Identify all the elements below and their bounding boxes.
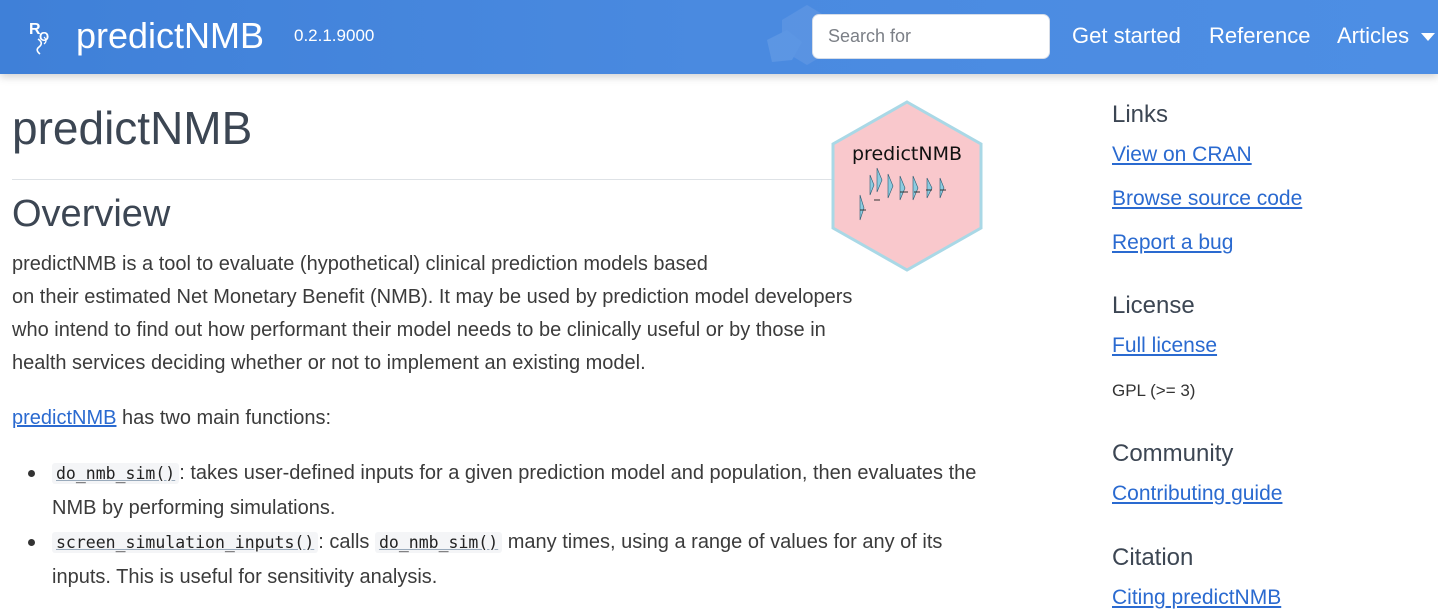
- citation-heading: Citation: [1112, 544, 1194, 571]
- overview-heading: Overview: [12, 193, 171, 235]
- chevron-down-icon[interactable]: [1421, 33, 1435, 41]
- search-input[interactable]: [812, 14, 1050, 59]
- hex-logo: predictNMB: [831, 100, 983, 272]
- do-nmb-sim-code-link[interactable]: do_nmb_sim(): [52, 463, 180, 484]
- brand-name[interactable]: predictNMB: [76, 12, 264, 60]
- full-license-link[interactable]: Full license: [1112, 332, 1217, 360]
- intro-line: on their estimated Net Monetary Benefit …: [12, 286, 853, 308]
- title-divider: [12, 179, 970, 180]
- list-item: screen_simulation_inputs(): calls do_nmb…: [24, 525, 984, 594]
- functions-list: do_nmb_sim(): takes user-defined inputs …: [24, 456, 984, 594]
- version-badge: 0.2.1.9000: [294, 26, 375, 45]
- do-nmb-sim-code-link[interactable]: do_nmb_sim(): [374, 532, 503, 553]
- functions-text: has two main functions:: [116, 407, 332, 429]
- citing-link[interactable]: Citing predictNMB: [1112, 584, 1281, 612]
- links-heading: Links: [1112, 101, 1169, 128]
- list-item-text: : takes user-defined inputs for a given …: [52, 462, 977, 519]
- hex-logo-text: predictNMB: [852, 143, 962, 165]
- nav-get-started[interactable]: Get started: [1072, 22, 1181, 50]
- screen-simulation-inputs-code-link[interactable]: screen_simulation_inputs(): [52, 532, 319, 553]
- intro-line: health services deciding whether or not …: [12, 352, 646, 374]
- ropensci-logo-icon[interactable]: R O: [28, 17, 54, 57]
- nav-articles[interactable]: Articles: [1337, 22, 1409, 50]
- view-on-cran-link[interactable]: View on CRAN: [1112, 141, 1252, 169]
- intro-line: predictNMB is a tool to evaluate (hypoth…: [12, 253, 708, 275]
- report-bug-link[interactable]: Report a bug: [1112, 229, 1233, 257]
- license-text: GPL (>= 3): [1112, 381, 1196, 400]
- functions-paragraph: predictNMB has two main functions:: [12, 403, 331, 433]
- list-item-text: : calls: [318, 531, 375, 553]
- page-title: predictNMB: [12, 102, 253, 154]
- intro-line: who intend to find out how performant th…: [12, 319, 826, 341]
- contributing-guide-link[interactable]: Contributing guide: [1112, 480, 1282, 508]
- community-heading: Community: [1112, 440, 1234, 467]
- predictnmb-link[interactable]: predictNMB: [12, 407, 116, 429]
- list-item: do_nmb_sim(): takes user-defined inputs …: [24, 456, 984, 525]
- nav-reference[interactable]: Reference: [1209, 22, 1311, 50]
- license-heading: License: [1112, 292, 1195, 319]
- browse-source-link[interactable]: Browse source code: [1112, 185, 1302, 213]
- intro-paragraph: predictNMB is a tool to evaluate (hypoth…: [12, 248, 977, 380]
- navbar: R O predictNMB 0.2.1.9000 Get started Re…: [0, 0, 1438, 74]
